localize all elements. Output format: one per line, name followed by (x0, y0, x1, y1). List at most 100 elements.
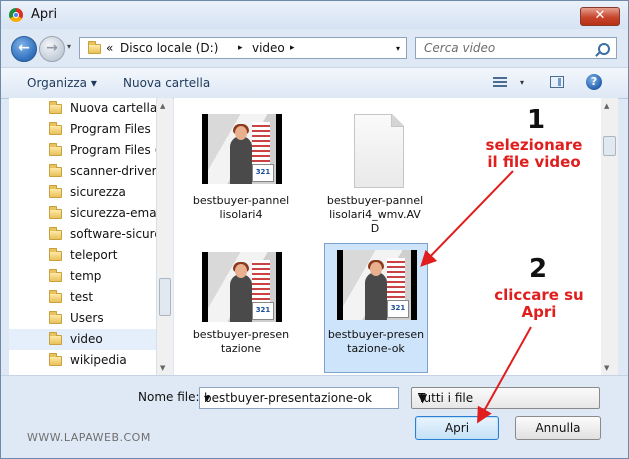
scrollbar-thumb[interactable] (159, 278, 171, 316)
sidebar-item-sicurezza[interactable]: sicurezza (9, 182, 156, 203)
filename-dropdown-icon[interactable]: ▾ (204, 391, 394, 405)
file-item-selected[interactable]: 321 bestbuyer-presentazione-ok (324, 243, 428, 373)
folder-icon (49, 164, 62, 177)
scroll-up-icon[interactable]: ▲ (604, 102, 609, 110)
close-button[interactable]: ✕ (580, 7, 620, 26)
back-button[interactable]: ← (11, 36, 37, 62)
file-name: bestbuyer-presentazione-ok (327, 328, 425, 355)
sidebar-item-test[interactable]: test (9, 287, 156, 308)
sidebar-item-users[interactable]: Users (9, 308, 156, 329)
step-1-number: 1 (527, 105, 546, 135)
forward-button[interactable]: → (39, 36, 65, 62)
navigation-scrollbar[interactable]: ▲ ▼ (157, 98, 173, 375)
chrome-icon (9, 8, 23, 22)
filename-input[interactable]: bestbuyer-presentazione-ok ▾ (199, 387, 399, 409)
sidebar-item-label: wikipedia (70, 353, 127, 367)
step-2-number: 2 (529, 254, 548, 284)
search-icon[interactable] (598, 43, 610, 55)
sidebar-item-label: Users (70, 311, 104, 325)
new-folder-button[interactable]: Nuova cartella (123, 76, 210, 90)
media-player-badge-icon: 321 (252, 164, 274, 182)
folder-icon (49, 353, 62, 366)
organize-button[interactable]: Organizza ▾ (27, 76, 97, 90)
filename-label: Nome file: (138, 390, 200, 404)
navigation-pane: Nuova cartella Program Files Program Fil… (9, 98, 157, 375)
window-title: Apri (31, 7, 58, 22)
filetype-select[interactable]: Tutti i file ▼ (411, 387, 600, 409)
media-player-badge-icon: 321 (252, 302, 274, 320)
sidebar-item-scanner-driver[interactable]: scanner-driver (9, 161, 156, 182)
help-icon[interactable]: ? (586, 74, 602, 90)
chevron-down-icon: ▼ (418, 391, 428, 405)
folder-icon (49, 143, 62, 156)
cancel-button[interactable]: Annulla (515, 416, 601, 440)
file-item[interactable]: 321 bestbuyer-presentazione (190, 246, 294, 370)
address-bar-row: ← → ▾ « Disco locale (D:) ▸ video ▸ ▾ ⇆ … (1, 29, 628, 65)
folder-icon (49, 122, 62, 135)
breadcrumb-separator[interactable]: ▸ (290, 43, 295, 53)
preview-pane-icon[interactable] (550, 76, 564, 88)
sidebar-item-software-sicurezza[interactable]: software-sicurezza (9, 224, 156, 245)
sidebar-item-nuova-cartella[interactable]: Nuova cartella (9, 98, 156, 119)
scrollbar-thumb[interactable] (603, 136, 616, 156)
sidebar-item-label: sicurezza-email (70, 206, 157, 220)
view-dropdown-icon[interactable]: ▾ (520, 78, 524, 87)
step-1-line-1: selezionare (485, 136, 583, 154)
folder-icon (88, 41, 101, 54)
scroll-up-icon[interactable]: ▲ (160, 102, 165, 110)
breadcrumb-drive[interactable]: Disco locale (D:) (120, 41, 218, 55)
sidebar-item-label: teleport (70, 248, 118, 262)
sidebar-item-temp[interactable]: temp (9, 266, 156, 287)
search-placeholder: Cerca video (424, 41, 496, 55)
folder-icon (49, 185, 62, 198)
address-dropdown-icon[interactable]: ▾ (396, 44, 400, 53)
open-button[interactable]: Apri (415, 416, 499, 440)
breadcrumb-video[interactable]: video (252, 41, 285, 55)
address-field[interactable]: « Disco locale (D:) ▸ video ▸ ▾ ⇆ (79, 37, 480, 59)
video-thumbnail: 321 (202, 252, 282, 322)
dialog-footer: Nome file: bestbuyer-presentazione-ok ▾ … (1, 375, 628, 458)
folder-icon (49, 206, 62, 219)
sidebar-item-teleport[interactable]: teleport (9, 245, 156, 266)
title-bar: Apri ✕ (1, 1, 628, 29)
sidebar-item-video[interactable]: video (9, 329, 156, 350)
scroll-down-icon[interactable]: ▼ (160, 364, 165, 372)
watermark: WWW.LAPAWEB.COM (27, 431, 151, 444)
sidebar-item-label: Program Files (x86) (70, 143, 156, 157)
command-toolbar: Organizza ▾ Nuova cartella ▾ ? (1, 67, 628, 99)
step-2-line-1: cliccare su (494, 286, 584, 304)
view-options-icon[interactable] (493, 77, 507, 88)
step-1-line-2: il file video (487, 153, 581, 171)
sidebar-item-label: software-sicurezza (70, 227, 156, 241)
file-list-scrollbar[interactable]: ▲ ▼ (601, 98, 618, 375)
sidebar-item-label: test (70, 290, 94, 304)
folder-icon (49, 332, 62, 345)
folder-icon (49, 101, 62, 114)
scroll-down-icon[interactable]: ▼ (604, 364, 609, 372)
folder-icon (49, 290, 62, 303)
file-item[interactable]: bestbuyer-pannellisolari4_wmv.AVD (324, 108, 428, 246)
document-icon (354, 114, 404, 188)
file-name: bestbuyer-pannellisolari4_wmv.AVD (326, 194, 424, 235)
sidebar-item-program-files[interactable]: Program Files (9, 119, 156, 140)
folder-icon (49, 227, 62, 240)
search-input[interactable]: Cerca video (415, 37, 617, 59)
sidebar-item-label: Nuova cartella (70, 101, 157, 115)
media-player-badge-icon: 321 (387, 300, 409, 318)
sidebar-item-label: scanner-driver (70, 164, 157, 178)
folder-icon (49, 248, 62, 261)
sidebar-item-program-files-x86[interactable]: Program Files (x86) (9, 140, 156, 161)
sidebar-item-sicurezza-email[interactable]: sicurezza-email (9, 203, 156, 224)
folder-icon (49, 311, 62, 324)
file-name: bestbuyer-pannellisolari4 (192, 194, 290, 221)
file-name: bestbuyer-presentazione (192, 328, 290, 355)
step-2-line-2: Apri (521, 303, 557, 321)
breadcrumb-overflow[interactable]: « (106, 41, 113, 55)
sidebar-item-label: temp (70, 269, 102, 283)
sidebar-item-wikipedia[interactable]: wikipedia (9, 350, 156, 371)
step-1-text: selezionare il file video (469, 137, 599, 171)
history-dropdown-icon[interactable]: ▾ (67, 42, 71, 51)
breadcrumb-separator[interactable]: ▸ (238, 43, 243, 53)
file-item[interactable]: 321 bestbuyer-pannellisolari4 (190, 108, 294, 228)
video-thumbnail: 321 (202, 114, 282, 184)
